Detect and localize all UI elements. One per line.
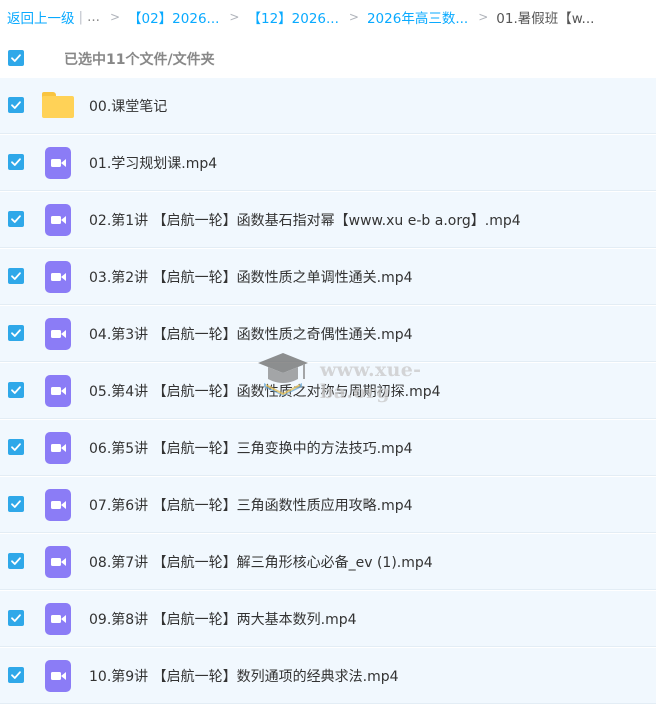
file-name[interactable]: 04.第3讲 【启航一轮】函数性质之奇偶性通关.mp4 xyxy=(89,324,413,344)
breadcrumb-ellipsis[interactable]: ... xyxy=(87,9,100,25)
video-file-icon xyxy=(42,147,74,179)
file-name[interactable]: 09.第8讲 【启航一轮】两大基本数列.mp4 xyxy=(89,609,357,629)
video-file-icon xyxy=(42,204,74,236)
video-file-icon xyxy=(42,603,74,635)
file-row[interactable]: 01.学习规划课.mp4 xyxy=(0,135,656,191)
file-name[interactable]: 06.第5讲 【启航一轮】三角变换中的方法技巧.mp4 xyxy=(89,438,413,458)
folder-icon xyxy=(42,90,74,122)
breadcrumb: 返回上一级 | ... > 【02】2026... > 【12】2026... … xyxy=(0,0,656,34)
file-row[interactable]: 02.第1讲 【启航一轮】函数基石指对幂【www.xu e-b a.org】.m… xyxy=(0,192,656,248)
file-row[interactable]: 09.第8讲 【启航一轮】两大基本数列.mp4 xyxy=(0,591,656,647)
file-row[interactable]: 08.第7讲 【启航一轮】解三角形核心必备_ev (1).mp4 xyxy=(0,534,656,590)
checkmark-icon xyxy=(11,101,21,109)
file-checkbox[interactable] xyxy=(8,439,24,455)
select-all-checkbox[interactable] xyxy=(8,50,24,66)
checkmark-icon xyxy=(11,158,21,166)
file-name[interactable]: 00.课堂笔记 xyxy=(89,96,167,116)
file-checkbox[interactable] xyxy=(8,382,24,398)
video-file-icon xyxy=(42,489,74,521)
file-row[interactable]: 06.第5讲 【启航一轮】三角变换中的方法技巧.mp4 xyxy=(0,420,656,476)
video-file-icon xyxy=(42,432,74,464)
file-checkbox[interactable] xyxy=(8,211,24,227)
file-row[interactable]: 04.第3讲 【启航一轮】函数性质之奇偶性通关.mp4 xyxy=(0,306,656,362)
file-row[interactable]: 00.课堂笔记 xyxy=(0,78,656,134)
file-name[interactable]: 10.第9讲 【启航一轮】数列通项的经典求法.mp4 xyxy=(89,666,399,686)
checkmark-icon xyxy=(11,614,21,622)
checkmark-icon xyxy=(11,557,21,565)
file-row[interactable]: 03.第2讲 【启航一轮】函数性质之单调性通关.mp4 xyxy=(0,249,656,305)
video-file-icon xyxy=(42,660,74,692)
breadcrumb-item[interactable]: 【12】2026... xyxy=(247,7,338,27)
breadcrumb-separator: | xyxy=(78,9,84,25)
file-checkbox[interactable] xyxy=(8,268,24,284)
file-row[interactable]: 05.第4讲 【启航一轮】函数性质之对称与周期初探.mp4 xyxy=(0,363,656,419)
file-checkbox[interactable] xyxy=(8,667,24,683)
file-name[interactable]: 07.第6讲 【启航一轮】三角函数性质应用攻略.mp4 xyxy=(89,495,413,515)
file-checkbox[interactable] xyxy=(8,154,24,170)
file-list: 00.课堂笔记 01.学习规划课.mp4 02.第1讲 【启航一轮】函数基石指对幂【… xyxy=(0,78,656,705)
video-file-icon xyxy=(42,318,74,350)
file-name[interactable]: 01.学习规划课.mp4 xyxy=(89,153,217,173)
breadcrumb-current: 01.暑假班【w... xyxy=(496,11,595,27)
checkmark-icon xyxy=(11,54,21,62)
selection-bar: 已选中11个文件/文件夹 xyxy=(0,40,656,76)
checkmark-icon xyxy=(11,386,21,394)
file-name[interactable]: 02.第1讲 【启航一轮】函数基石指对幂【www.xu e-b a.org】.m… xyxy=(89,210,521,230)
chevron-right-icon: > xyxy=(229,10,240,24)
chevron-right-icon: > xyxy=(109,10,120,24)
checkmark-icon xyxy=(11,500,21,508)
video-file-icon xyxy=(42,546,74,578)
file-checkbox[interactable] xyxy=(8,553,24,569)
selection-count-text: 已选中11个文件/文件夹 xyxy=(64,52,215,68)
file-checkbox[interactable] xyxy=(8,610,24,626)
breadcrumb-item[interactable]: 2026年高三数... xyxy=(367,7,468,27)
checkmark-icon xyxy=(11,215,21,223)
file-name[interactable]: 08.第7讲 【启航一轮】解三角形核心必备_ev (1).mp4 xyxy=(89,552,433,572)
file-checkbox[interactable] xyxy=(8,97,24,113)
file-name[interactable]: 03.第2讲 【启航一轮】函数性质之单调性通关.mp4 xyxy=(89,267,413,287)
file-checkbox[interactable] xyxy=(8,325,24,341)
file-row[interactable]: 10.第9讲 【启航一轮】数列通项的经典求法.mp4 xyxy=(0,648,656,704)
checkmark-icon xyxy=(11,443,21,451)
back-link[interactable]: 返回上一级 xyxy=(0,7,75,27)
checkmark-icon xyxy=(11,329,21,337)
file-row[interactable]: 07.第6讲 【启航一轮】三角函数性质应用攻略.mp4 xyxy=(0,477,656,533)
chevron-right-icon: > xyxy=(478,10,489,24)
video-file-icon xyxy=(42,261,74,293)
chevron-right-icon: > xyxy=(348,10,359,24)
file-checkbox[interactable] xyxy=(8,496,24,512)
breadcrumb-item[interactable]: 【02】2026... xyxy=(128,7,219,27)
video-file-icon xyxy=(42,375,74,407)
checkmark-icon xyxy=(11,671,21,679)
checkmark-icon xyxy=(11,272,21,280)
file-name[interactable]: 05.第4讲 【启航一轮】函数性质之对称与周期初探.mp4 xyxy=(89,381,441,401)
